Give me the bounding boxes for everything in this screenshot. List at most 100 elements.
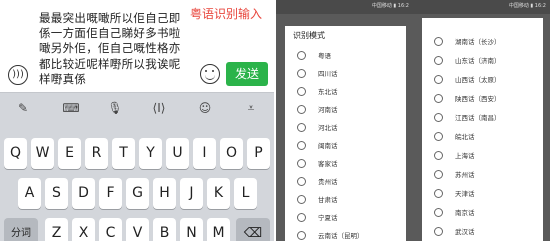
radio-icon[interactable] xyxy=(434,227,443,236)
option-label: 四川话 xyxy=(318,70,338,78)
key-a[interactable]: A xyxy=(18,178,41,209)
collapse-icon[interactable]: ⩡ xyxy=(242,99,260,117)
option-item[interactable]: 云南话（昆明） xyxy=(285,226,406,241)
key-c[interactable]: C xyxy=(99,218,122,241)
radio-icon[interactable] xyxy=(434,189,443,198)
radio-icon[interactable] xyxy=(297,141,306,150)
status-bar: 中国移动 ▮ 16:2 xyxy=(413,0,550,14)
option-item[interactable]: 贵州话 xyxy=(285,172,406,192)
key-z[interactable]: Z xyxy=(45,218,68,241)
option-item[interactable]: 南京话 xyxy=(422,203,543,223)
option-item[interactable]: 甘肃话 xyxy=(285,190,406,210)
radio-icon[interactable] xyxy=(434,37,443,46)
status-text: 中国移动 ▮ 16:2 xyxy=(508,3,546,9)
recognition-mode-dialog: 识别模式 粤语 四川话 东北话 河南话 河北话 闽南话 客家话 贵州话 甘肃话 … xyxy=(285,26,406,241)
radio-icon[interactable] xyxy=(297,87,306,96)
key-s[interactable]: S xyxy=(45,178,68,209)
key-e[interactable]: E xyxy=(58,138,81,169)
key-n[interactable]: N xyxy=(180,218,203,241)
cursor-icon[interactable]: ⟨I⟩ xyxy=(150,99,168,117)
radio-icon[interactable] xyxy=(297,195,306,204)
option-item[interactable]: 粤语 xyxy=(285,46,406,66)
key-p[interactable]: P xyxy=(247,138,270,169)
option-item[interactable]: 闽南话 xyxy=(285,136,406,156)
key-y[interactable]: Y xyxy=(139,138,162,169)
radio-icon[interactable] xyxy=(297,123,306,132)
key-u[interactable]: U xyxy=(166,138,189,169)
key-b[interactable]: B xyxy=(153,218,176,241)
option-item[interactable]: 客家话 xyxy=(285,154,406,174)
microphone-icon[interactable]: 🎙 xyxy=(106,99,124,117)
key-w[interactable]: W xyxy=(31,138,54,169)
key-l[interactable]: L xyxy=(234,178,257,209)
feature-caption: 粤语识别输入 xyxy=(190,7,263,21)
radio-icon[interactable] xyxy=(434,113,443,122)
option-item[interactable]: 河南话 xyxy=(285,100,406,120)
radio-icon[interactable] xyxy=(297,69,306,78)
option-item[interactable]: 宁夏话 xyxy=(285,208,406,228)
option-item[interactable]: 湖南话（长沙） xyxy=(422,32,543,52)
option-label: 客家话 xyxy=(318,160,338,168)
key-segment[interactable]: 分词 xyxy=(4,218,38,241)
option-label: 天津话 xyxy=(455,190,475,198)
key-o[interactable]: O xyxy=(220,138,243,169)
key-k[interactable]: K xyxy=(207,178,230,209)
radio-icon[interactable] xyxy=(434,151,443,160)
key-r[interactable]: R xyxy=(85,138,108,169)
option-item[interactable]: 上海话 xyxy=(422,146,543,166)
recognition-mode-screen-1: 中国移动 ▮ 16:2 识别模式 粤语 四川话 东北话 河南话 河北话 闽南话 … xyxy=(276,0,413,241)
key-q[interactable]: Q xyxy=(4,138,27,169)
option-item[interactable]: 四川话 xyxy=(285,64,406,84)
option-item[interactable]: 山西话（太原） xyxy=(422,70,543,90)
option-item[interactable]: 陕西话（西安） xyxy=(422,89,543,109)
key-g[interactable]: G xyxy=(126,178,149,209)
option-item[interactable]: 河北话 xyxy=(285,118,406,138)
option-item[interactable]: 苏州话 xyxy=(422,165,543,185)
option-label: 河北话 xyxy=(318,124,338,132)
option-item[interactable]: 武汉话 xyxy=(422,222,543,241)
radio-icon[interactable] xyxy=(297,231,306,240)
key-i[interactable]: I xyxy=(193,138,216,169)
option-item[interactable]: 山东话（济南） xyxy=(422,51,543,71)
radio-icon[interactable] xyxy=(297,177,306,186)
option-label: 上海话 xyxy=(455,152,475,160)
radio-icon[interactable] xyxy=(434,132,443,141)
message-compose-area[interactable]: 最最突出嘅噉所以佢自己即係一方面佢自己睇好多书啦噉另外佢，佢自己嘅性格亦都比较近… xyxy=(0,0,274,92)
backspace-key[interactable]: ⌫ xyxy=(236,218,270,241)
emoji-icon[interactable]: ☺ xyxy=(196,99,214,117)
radio-icon[interactable] xyxy=(297,105,306,114)
option-item[interactable]: 皖北话 xyxy=(422,127,543,147)
option-label: 宁夏话 xyxy=(318,214,338,222)
radio-icon[interactable] xyxy=(434,75,443,84)
option-label: 武汉话 xyxy=(455,228,475,236)
key-t[interactable]: T xyxy=(112,138,135,169)
radio-icon[interactable] xyxy=(297,213,306,222)
message-text[interactable]: 最最突出嘅噉所以佢自己即係一方面佢自己睇好多书啦噉另外佢，佢自己嘅性格亦都比较近… xyxy=(39,11,189,87)
option-label: 山东话（济南） xyxy=(455,57,501,65)
option-item[interactable]: 天津话 xyxy=(422,184,543,204)
emoji-icon[interactable] xyxy=(200,64,220,84)
radio-icon[interactable] xyxy=(434,56,443,65)
key-j[interactable]: J xyxy=(180,178,203,209)
radio-icon[interactable] xyxy=(434,208,443,217)
radio-icon[interactable] xyxy=(434,170,443,179)
option-label: 河南话 xyxy=(318,106,338,114)
radio-icon[interactable] xyxy=(297,51,306,60)
voice-icon[interactable]: ))) xyxy=(8,65,28,85)
key-h[interactable]: H xyxy=(153,178,176,209)
send-button[interactable]: 发送 xyxy=(226,62,268,86)
key-m[interactable]: M xyxy=(207,218,230,241)
option-item[interactable]: 东北话 xyxy=(285,82,406,102)
keyboard-icon[interactable]: ⌨ xyxy=(62,99,80,117)
key-v[interactable]: V xyxy=(126,218,149,241)
handwriting-icon[interactable]: ✎ xyxy=(14,99,32,117)
keyboard-toolbar: ✎ ⌨ 🎙 ⟨I⟩ ☺ ⩡ xyxy=(0,92,274,123)
key-f[interactable]: F xyxy=(99,178,122,209)
option-item[interactable]: 江西话（南昌） xyxy=(422,108,543,128)
option-label: 贵州话 xyxy=(318,178,338,186)
radio-icon[interactable] xyxy=(434,94,443,103)
key-x[interactable]: X xyxy=(72,218,95,241)
key-d[interactable]: D xyxy=(72,178,95,209)
status-bar: 中国移动 ▮ 16:2 xyxy=(276,0,413,14)
radio-icon[interactable] xyxy=(297,159,306,168)
